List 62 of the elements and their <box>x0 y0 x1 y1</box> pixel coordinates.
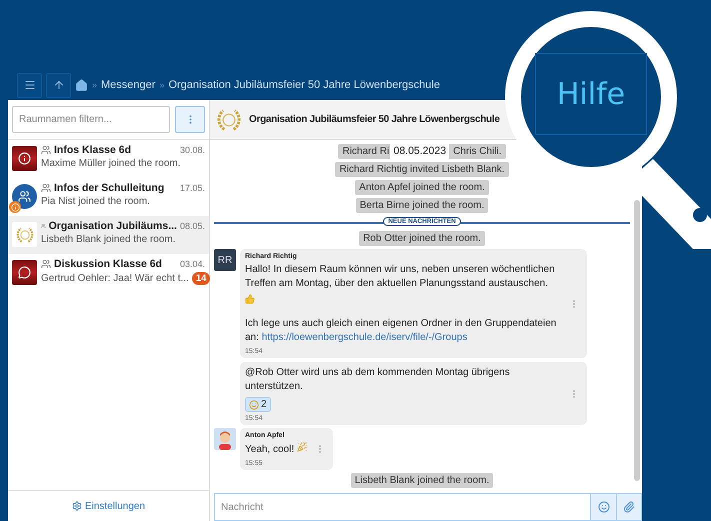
room-date: 08.05. <box>180 221 205 231</box>
room-date: 30.08. <box>180 145 205 155</box>
breadcrumb-link[interactable]: Messenger <box>101 79 156 91</box>
room-item[interactable]: Organisation Jubiläums... 08.05. Lisbeth Blank joined the room. <box>8 216 209 254</box>
room-date: 17.05. <box>180 183 205 193</box>
settings-link[interactable]: Einstellungen <box>72 500 146 512</box>
group-icon <box>41 259 51 269</box>
room-date: 03.04. <box>180 259 205 269</box>
smiley-icon <box>598 501 610 513</box>
system-message: Richard Richtig invited Lisbeth Blank. <box>335 162 509 177</box>
menu-icon <box>24 79 36 91</box>
room-preview: Maxime Müller joined the room. <box>41 158 182 169</box>
system-message: Berta Birne joined the room. <box>356 198 488 213</box>
room-preview: Gertrud Oehler: Jaa! Wär echt t... <box>41 273 189 284</box>
up-button[interactable] <box>46 72 71 98</box>
attach-button[interactable] <box>616 493 642 521</box>
user-avatar: RR <box>214 249 236 271</box>
room-title: Organisation Jubiläumsfeier 50 Jahre Löwenbergschule <box>249 114 500 125</box>
paperclip-icon <box>623 501 635 513</box>
message-text: @Rob Otter wird uns ab dem kommenden Montag übrigens unterstützen. <box>245 366 511 394</box>
info-badge-icon <box>9 201 21 213</box>
room-preview: Pia Nist joined the room. <box>41 196 151 207</box>
message-text: Yeah, cool! <box>245 442 307 457</box>
speech-bubble-icon <box>18 266 31 279</box>
room-name: Infos Klasse 6d <box>54 144 132 156</box>
people-icon <box>18 190 31 203</box>
menu-button[interactable] <box>17 72 42 98</box>
system-message-text: Chris Chili. <box>453 146 502 157</box>
party-popper-icon <box>296 442 307 452</box>
breadcrumb-link[interactable]: Organisation Jubiläumsfeier 50 Jahre Löwenbergschule <box>168 79 440 91</box>
group-icon <box>41 183 51 193</box>
info-icon <box>18 152 31 165</box>
breadcrumb-separator: » <box>159 80 164 90</box>
help-button[interactable]: Hilfe <box>535 53 647 135</box>
reaction-chip[interactable]: 2 <box>245 397 271 412</box>
message-text: Ich lege uns auch gleich einen eigenen Ordner in den Gruppendateien an: https://loewenbergschule.de/iserv/file/-/Groups <box>245 317 558 345</box>
arrow-up-icon <box>52 79 64 91</box>
emoji-button[interactable] <box>590 493 616 521</box>
group-icon <box>41 145 51 155</box>
unread-badge: 14 <box>192 272 210 285</box>
gear-icon <box>72 501 82 511</box>
system-message: Anton Apfel joined the room. <box>355 180 489 195</box>
room-name: Organisation Jubiläums... <box>48 220 177 232</box>
smiley-icon <box>249 400 259 410</box>
room-name: Infos der Schulleitung <box>54 182 166 194</box>
room-name: Diskussion Klasse 6d <box>54 258 163 270</box>
scrollbar[interactable] <box>634 200 640 481</box>
system-message-text: Richard Ri <box>342 146 390 157</box>
user-avatar <box>214 428 236 450</box>
link[interactable]: https://loewenbergschule.de/iserv/file/-/Groups <box>262 332 468 343</box>
filter-field[interactable]: Raumnamen filtern... <box>12 106 170 133</box>
date-badge: 08.05.2023 <box>390 142 450 160</box>
breadcrumb-separator: » <box>92 80 98 90</box>
group-icon <box>41 221 46 231</box>
message-field[interactable]: Nachricht <box>214 493 590 521</box>
room-preview: Lisbeth Blank joined the room. <box>41 234 177 245</box>
message-text: Hallo! In diesem Raum können wir uns, neben unseren wöchentlichen Treffen am Montag, über den aktuellen Planungsstand austauschen. <box>245 263 556 291</box>
options-button[interactable] <box>175 106 205 133</box>
thumbs-up-icon <box>245 294 255 304</box>
system-message: Rob Otter joined the room. <box>359 231 485 246</box>
home-icon[interactable] <box>75 78 88 92</box>
system-message: Lisbeth Blank joined the room. <box>350 473 494 488</box>
